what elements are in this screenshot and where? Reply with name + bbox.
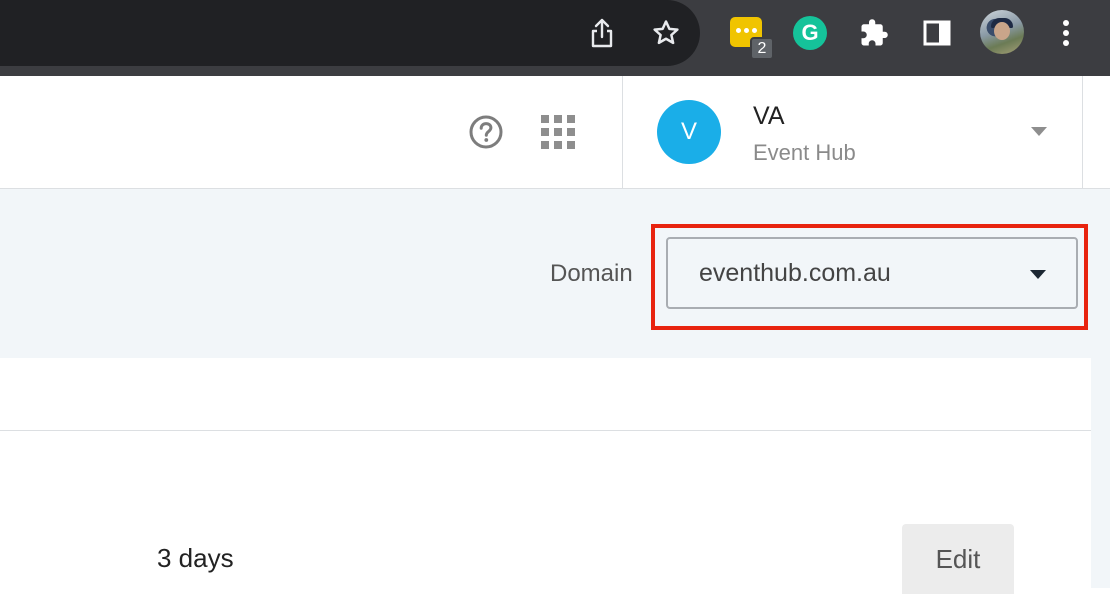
page-gutter xyxy=(1091,358,1110,588)
avatar-letter: V xyxy=(680,118,697,145)
edit-button[interactable]: Edit xyxy=(902,524,1014,594)
extension-badge: 2 xyxy=(750,37,774,60)
account-name: VA xyxy=(753,102,785,130)
domain-filter-bar: Domain eventhub.com.au xyxy=(0,189,1110,358)
share-icon[interactable] xyxy=(588,16,616,50)
chevron-down-icon xyxy=(1030,270,1046,279)
account-menu[interactable]: V VA Event Hub xyxy=(622,76,1083,188)
extensions-puzzle-icon[interactable] xyxy=(858,17,890,49)
account-caret-icon[interactable] xyxy=(1031,127,1047,136)
apps-grid-icon[interactable] xyxy=(541,115,575,149)
settings-row: 3 days Edit xyxy=(0,431,1091,594)
account-organization: Event Hub xyxy=(753,140,856,165)
period-value: 3 days xyxy=(157,543,234,573)
browser-toolbar: 2 G xyxy=(0,0,1110,76)
side-panel-icon[interactable] xyxy=(922,18,952,48)
avatar: V xyxy=(657,100,721,164)
domain-select[interactable]: eventhub.com.au xyxy=(666,237,1078,309)
bookmark-star-icon[interactable] xyxy=(650,17,682,49)
domain-label: Domain xyxy=(550,260,633,287)
app-header: V VA Event Hub xyxy=(0,76,1110,189)
profile-avatar[interactable] xyxy=(980,10,1024,54)
grammarly-letter: G xyxy=(801,20,819,45)
help-icon[interactable] xyxy=(468,114,504,155)
grammarly-icon[interactable]: G xyxy=(793,16,827,50)
content-toolbar xyxy=(0,358,1091,431)
more-menu-icon[interactable] xyxy=(1056,16,1076,50)
domain-selected-value: eventhub.com.au xyxy=(699,259,891,287)
